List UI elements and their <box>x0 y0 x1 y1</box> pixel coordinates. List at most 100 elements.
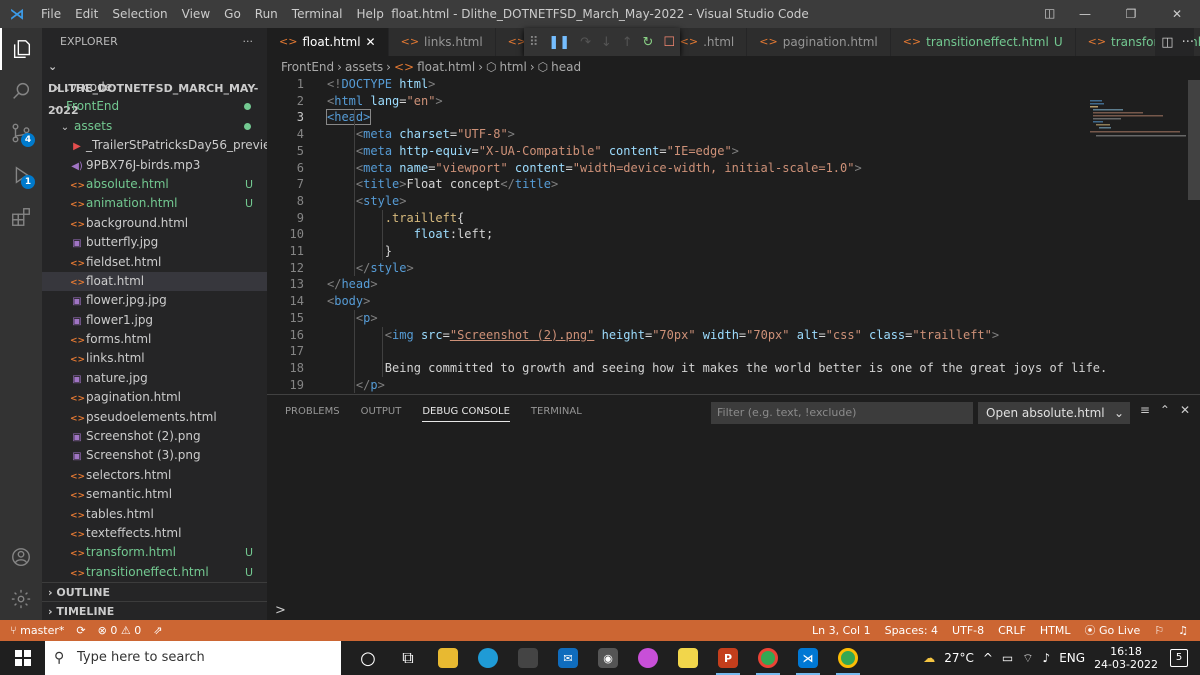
code-line[interactable]: 2 <html lang="en"> <box>267 93 1187 110</box>
code-line[interactable]: 10 float:left; <box>267 226 1187 243</box>
tree-item[interactable]: ▶ _TrailerStPatricksDay56_preview.m... <box>42 136 267 155</box>
tree-item[interactable]: <>forms.html <box>42 330 267 349</box>
code-line[interactable]: 13 </head> <box>267 276 1187 293</box>
code-line[interactable]: 9 .trailleft{ <box>267 210 1187 227</box>
sync-icon[interactable]: ⟳ <box>76 620 85 641</box>
search-icon[interactable] <box>0 70 42 112</box>
indentation[interactable]: Spaces: 4 <box>885 620 938 641</box>
cortana-icon[interactable]: ○ <box>348 641 388 675</box>
explorer-icon[interactable] <box>0 28 42 70</box>
timeline-section[interactable]: › TIMELINE <box>42 601 267 620</box>
tree-item[interactable]: <>tables.html <box>42 505 267 524</box>
tree-item[interactable]: ▣ flower1.jpg <box>42 311 267 330</box>
step-out-icon[interactable]: ↑ <box>622 35 633 50</box>
clear-console-icon[interactable]: ≡ <box>1140 403 1150 417</box>
camera-icon[interactable]: ◉ <box>588 641 628 675</box>
task-view-icon[interactable]: ⧉ <box>388 641 428 675</box>
workspace-root[interactable]: ⌄ DLITHE_DOTNETFSD_MARCH_MAY-2022 <box>42 56 267 117</box>
problems-status[interactable]: ⊗ 0 ⚠ 0 <box>98 620 142 641</box>
store-icon[interactable] <box>508 641 548 675</box>
code-line[interactable]: 8 <style> <box>267 193 1187 210</box>
tree-item[interactable]: <>texteffects.html <box>42 524 267 543</box>
tree-item[interactable]: <>fieldset.html <box>42 253 267 272</box>
tab-pagination-html[interactable]: <> pagination.html <box>747 28 891 56</box>
tree-item[interactable]: ▣ Screenshot (3).png <box>42 446 267 465</box>
panel-tab-debug-console[interactable]: DEBUG CONSOLE <box>422 395 510 422</box>
paint-icon[interactable] <box>628 641 668 675</box>
code-line[interactable]: 6 <meta name="viewport" content="width=d… <box>267 160 1187 177</box>
code-line[interactable]: 14 <body> <box>267 293 1187 310</box>
chrome-icon[interactable] <box>748 641 788 675</box>
menu-edit[interactable]: Edit <box>68 0 105 28</box>
outline-section[interactable]: › OUTLINE <box>42 582 267 601</box>
drag-handle-icon[interactable]: ⠿ <box>529 35 539 50</box>
menu-run[interactable]: Run <box>248 0 285 28</box>
panel-tab-terminal[interactable]: TERMINAL <box>531 395 582 429</box>
source-control-icon[interactable]: 4 <box>0 112 42 154</box>
volume-icon[interactable]: ♪ <box>1043 651 1051 665</box>
code-line[interactable]: 1 <!DOCTYPE html> <box>267 76 1187 93</box>
chrome-2-icon[interactable] <box>828 641 868 675</box>
menu-selection[interactable]: Selection <box>105 0 174 28</box>
code-line[interactable]: 16 <img src="Screenshot (2).png" height=… <box>267 327 1187 344</box>
encoding[interactable]: UTF-8 <box>952 620 984 641</box>
stop-icon[interactable]: ☐ <box>663 35 675 50</box>
step-into-icon[interactable]: ↓ <box>601 35 612 50</box>
tree-item[interactable]: <>links.html <box>42 349 267 368</box>
code-line[interactable]: 7 <title>Float concept</title> <box>267 176 1187 193</box>
breadcrumb-item[interactable]: float.html <box>417 60 475 74</box>
close-window-icon[interactable]: ✕ <box>1154 0 1200 28</box>
language-mode[interactable]: HTML <box>1040 620 1071 641</box>
code-line[interactable]: 4 <meta charset="UTF-8"> <box>267 126 1187 143</box>
vscode-taskbar-icon[interactable]: ⋊ <box>788 641 828 675</box>
code-line[interactable]: 3 <head> <box>267 109 1187 126</box>
close-tab-icon[interactable]: ✕ <box>366 28 376 56</box>
breadcrumb-item[interactable]: html <box>500 60 527 74</box>
panel-tab-problems[interactable]: PROBLEMS <box>285 395 340 429</box>
run-debug-icon[interactable]: 1 <box>0 154 42 196</box>
tree-item[interactable]: ▣ butterfly.jpg <box>42 233 267 252</box>
edge-icon[interactable] <box>468 641 508 675</box>
code-editor[interactable]: 1 <!DOCTYPE html> 2 <html lang="en"> 3 <head>… <box>267 76 1187 394</box>
tree-item[interactable]: <>semantic.html <box>42 485 267 504</box>
mail-icon[interactable]: ✉ <box>548 641 588 675</box>
notification-center-icon[interactable]: 5 <box>1170 649 1188 667</box>
tree-item[interactable]: ▣ nature.jpg <box>42 369 267 388</box>
cursor-position[interactable]: Ln 3, Col 1 <box>812 620 871 641</box>
battery-icon[interactable]: ▭ <box>1002 651 1013 665</box>
menu-view[interactable]: View <box>175 0 217 28</box>
layout-toggle-icon[interactable]: ◫ <box>1044 6 1060 20</box>
close-panel-icon[interactable]: ✕ <box>1180 403 1190 417</box>
breadcrumb-item[interactable]: assets <box>345 60 383 74</box>
restart-icon[interactable]: ↻ <box>643 35 654 50</box>
settings-gear-icon[interactable] <box>0 578 42 620</box>
code-line[interactable]: 12 </style> <box>267 260 1187 277</box>
console-prompt[interactable]: > <box>275 603 286 618</box>
minimap[interactable] <box>1090 100 1186 140</box>
tree-item[interactable]: <>transitioneffect.html U <box>42 563 267 582</box>
code-line[interactable]: 17 <box>267 343 1187 360</box>
tree-item[interactable]: ▣ Screenshot (2).png <box>42 427 267 446</box>
breadcrumb-item[interactable]: head <box>551 60 581 74</box>
sticky-notes-icon[interactable] <box>668 641 708 675</box>
debug-filter-input[interactable]: Filter (e.g. text, !exclude) <box>711 402 973 424</box>
account-icon[interactable] <box>0 536 42 578</box>
notifications-bell-icon[interactable]: ♫ <box>1178 620 1188 641</box>
tree-item[interactable]: ⌄ assets <box>42 117 267 136</box>
more-editor-actions-icon[interactable]: ··· <box>1182 35 1194 50</box>
tab-transitioneffect-html[interactable]: <> transitioneffect.html U <box>890 28 1076 56</box>
feedback-icon[interactable]: ⚐ <box>1154 620 1164 641</box>
tree-item[interactable]: › .vscode <box>42 78 267 97</box>
branch-status[interactable]: ⑂ master* <box>10 620 64 641</box>
weather-icon[interactable]: ☁ <box>923 651 935 665</box>
taskbar-search[interactable]: ⚲ Type here to search <box>45 641 341 675</box>
wifi-icon[interactable]: ⌔ <box>1022 651 1033 666</box>
tab-float-html[interactable]: <> float.html ✕ <box>267 28 389 56</box>
language-indicator[interactable]: ENG <box>1059 651 1085 665</box>
powerpoint-icon[interactable]: P <box>708 641 748 675</box>
line-ending[interactable]: CRLF <box>998 620 1026 641</box>
clock[interactable]: 16:18 24-03-2022 <box>1094 645 1158 671</box>
go-live-button[interactable]: ⦿ Go Live <box>1085 620 1141 641</box>
code-line[interactable]: 18 Being committed to growth and seeing … <box>267 360 1187 377</box>
tab-sel[interactable]: <>sel <box>495 28 548 56</box>
